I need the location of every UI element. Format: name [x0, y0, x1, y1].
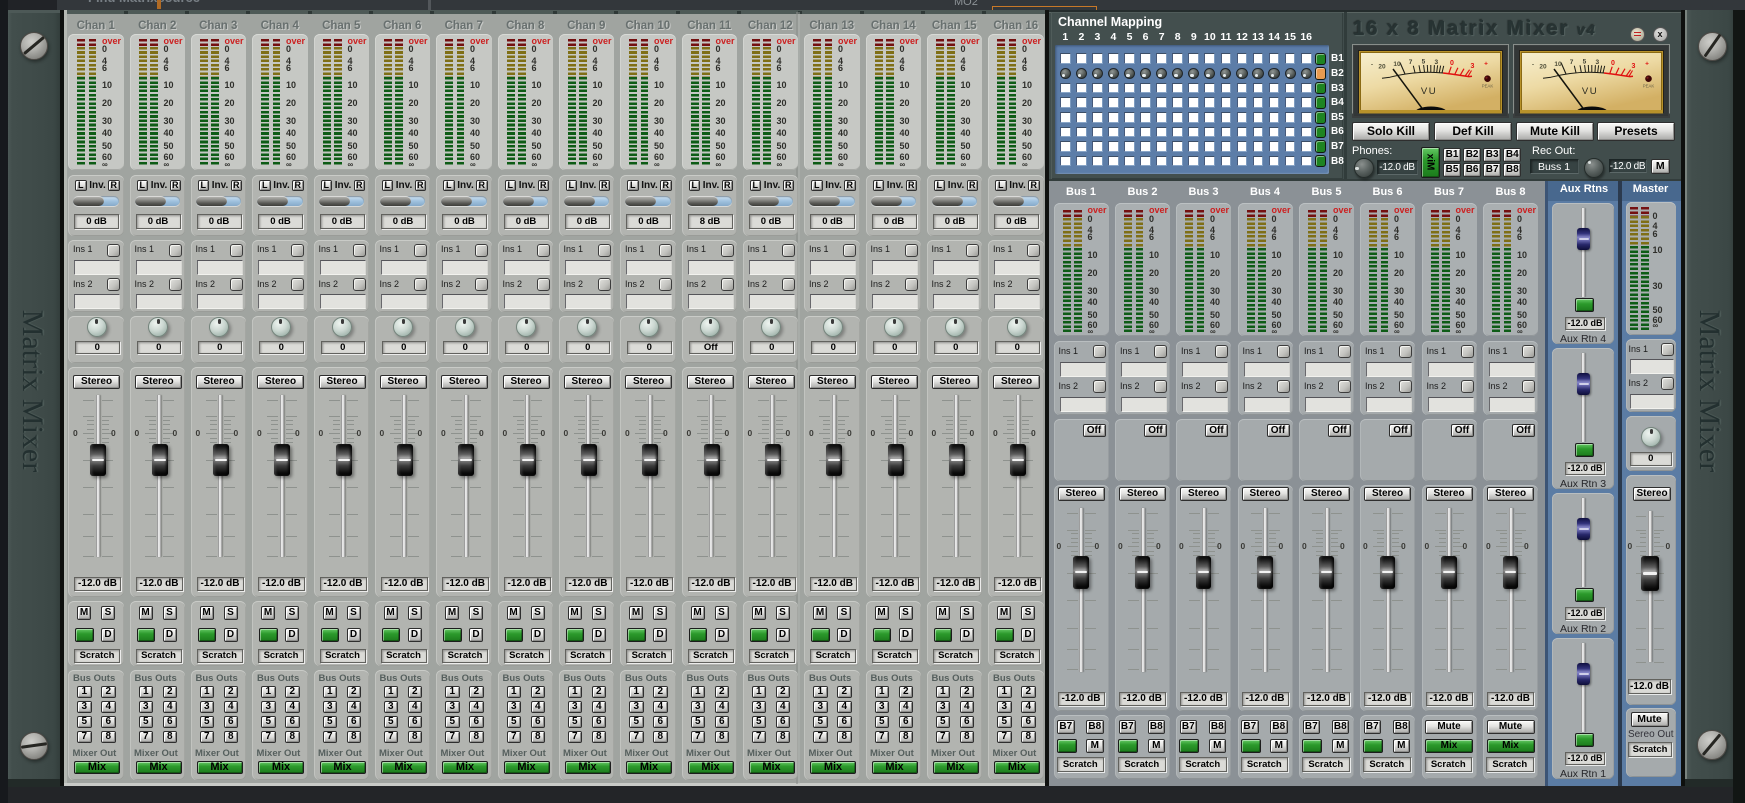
svg-text:20: 20	[1378, 64, 1386, 71]
svg-text:3: 3	[1434, 59, 1438, 66]
svg-text:VU: VU	[1582, 86, 1598, 97]
svg-text:3: 3	[1595, 59, 1599, 66]
svg-text:10: 10	[1393, 61, 1401, 68]
svg-text:10: 10	[1554, 61, 1562, 68]
svg-text:0: 0	[1450, 60, 1454, 67]
svg-text:3: 3	[1632, 63, 1636, 70]
svg-text:+: +	[1645, 61, 1649, 68]
svg-text:5: 5	[1583, 59, 1587, 66]
svg-text:5: 5	[1422, 59, 1426, 66]
svg-text:PEAK: PEAK	[1482, 84, 1494, 89]
svg-text:20: 20	[1539, 64, 1547, 71]
svg-text:-: -	[1371, 63, 1373, 69]
svg-text:PEAK: PEAK	[1643, 84, 1655, 89]
svg-text:VU: VU	[1421, 86, 1437, 97]
svg-text:7: 7	[1409, 59, 1413, 66]
svg-text:3: 3	[1471, 63, 1475, 70]
svg-text:7: 7	[1570, 59, 1574, 66]
svg-text:0: 0	[1611, 60, 1615, 67]
svg-text:-: -	[1532, 63, 1534, 69]
svg-text:+: +	[1484, 61, 1488, 68]
